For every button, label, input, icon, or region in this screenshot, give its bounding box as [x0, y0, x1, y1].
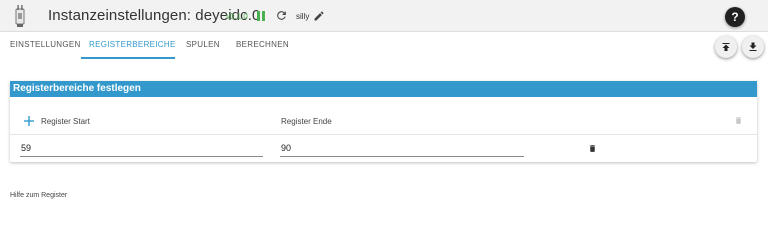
trash-icon[interactable]: [588, 143, 597, 154]
version-label: v0.1.0: [226, 12, 248, 21]
upload-button[interactable]: [715, 36, 737, 58]
tab-einstellungen[interactable]: Einstellungen: [10, 40, 81, 49]
register-ranges-panel: Registerbereiche festlegen Register Star…: [10, 81, 757, 162]
table-header-row: Register Start Register Ende: [10, 109, 757, 135]
loglevel-label[interactable]: silly: [296, 12, 309, 21]
pause-icon[interactable]: [256, 10, 266, 22]
upload-icon: [722, 43, 730, 51]
tab-spulen[interactable]: Spulen: [186, 40, 220, 49]
refresh-icon[interactable]: [275, 9, 288, 22]
help-icon[interactable]: ?: [725, 7, 745, 27]
active-tab-indicator: [81, 57, 175, 59]
tab-registerbereiche[interactable]: Registerbereiche: [89, 40, 176, 49]
download-button[interactable]: [742, 36, 764, 58]
title-bar: Instanzeinstellungen: deyeidc.0 v0.1.0 s…: [0, 0, 768, 32]
pencil-icon[interactable]: [313, 10, 325, 22]
register-start-input[interactable]: [20, 140, 263, 157]
trash-icon: [735, 117, 742, 124]
help-text: Hilfe zum Register: [10, 192, 68, 199]
plus-icon[interactable]: [24, 116, 34, 126]
download-icon: [749, 42, 757, 51]
deye-logo-icon: [15, 5, 25, 27]
column-header-register-end: Register Ende: [281, 117, 332, 126]
panel-title: Registerbereiche festlegen: [10, 81, 757, 97]
table-row: [10, 136, 757, 162]
register-end-input[interactable]: [280, 140, 524, 157]
column-header-register-start: Register Start: [41, 117, 90, 126]
tab-berechnen[interactable]: Berechnen: [236, 40, 289, 49]
